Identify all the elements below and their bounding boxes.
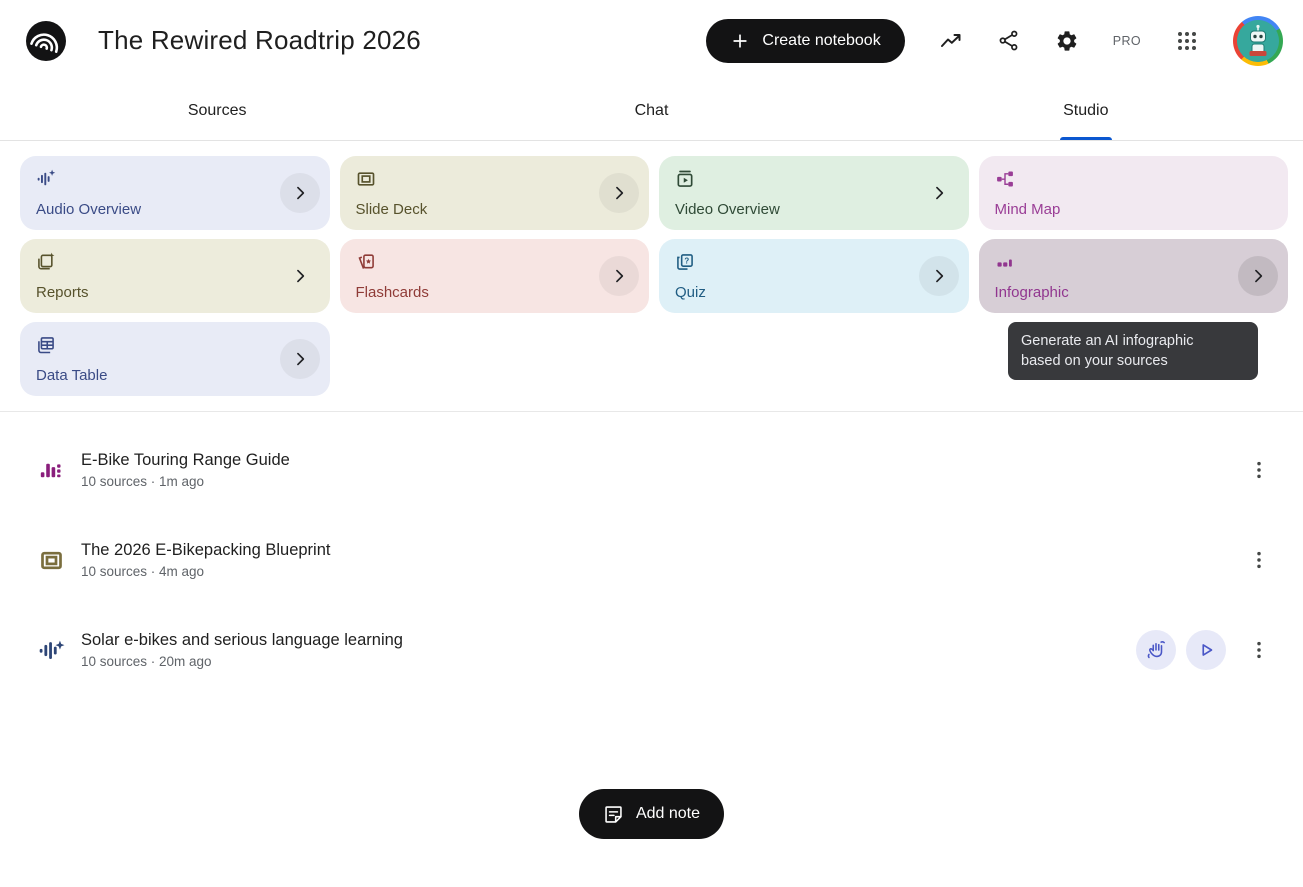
studio-card-audio-overview[interactable]: Audio Overview — [20, 156, 330, 230]
trending-up-icon[interactable] — [939, 29, 963, 53]
studio-card-mind-map[interactable]: Mind Map — [979, 156, 1289, 230]
share-icon[interactable] — [997, 29, 1021, 53]
card-label: Reports — [36, 284, 314, 301]
flashcards-open-button[interactable] — [599, 256, 639, 296]
more-options-icon[interactable] — [1247, 548, 1271, 572]
artifact-actions — [1136, 630, 1271, 670]
reports-open-button[interactable] — [280, 256, 320, 296]
artifact-actions — [1226, 458, 1271, 482]
artifact-title: The 2026 E-Bikepacking Blueprint — [81, 541, 330, 560]
tab-sources[interactable]: Sources — [0, 81, 434, 140]
tab-sources-label: Sources — [188, 102, 247, 120]
data-table-icon — [36, 335, 56, 355]
tooltip-line-2: based on your sources — [1021, 351, 1245, 371]
header-actions: Create notebook PRO — [706, 16, 1283, 66]
settings-gear-icon[interactable] — [1055, 29, 1079, 53]
tab-chat[interactable]: Chat — [434, 81, 868, 140]
artifact-meta: 10 sources · 20m ago — [81, 654, 403, 669]
data-table-open-button[interactable] — [280, 339, 320, 379]
quiz-icon: ? — [675, 252, 695, 272]
avatar-robot-image — [1237, 20, 1279, 62]
tooltip-line-1: Generate an AI infographic — [1021, 331, 1245, 351]
card-label: Audio Overview — [36, 201, 314, 218]
studio-card-reports[interactable]: Reports — [20, 239, 330, 313]
artifact-list: E-Bike Touring Range Guide 10 sources · … — [0, 412, 1303, 695]
video-overview-open-button[interactable] — [919, 173, 959, 213]
add-note-row: Add note — [0, 789, 1303, 839]
card-label: Data Table — [36, 367, 314, 384]
artifact-row-infographic-result[interactable]: E-Bike Touring Range Guide 10 sources · … — [0, 425, 1303, 515]
card-label: Mind Map — [995, 201, 1273, 218]
studio-card-video-overview[interactable]: Video Overview — [659, 156, 969, 230]
add-note-label: Add note — [636, 805, 700, 823]
card-label: Quiz — [675, 284, 953, 301]
report-sparkle-icon — [36, 252, 56, 272]
notebook-title[interactable]: The Rewired Roadtrip 2026 — [98, 25, 421, 56]
create-notebook-button[interactable]: Create notebook — [706, 19, 904, 63]
artifact-row-audio-overview-result[interactable]: Solar e-bikes and serious language learn… — [0, 605, 1303, 695]
notebooklm-logo[interactable] — [26, 21, 66, 61]
artifact-row-slide-deck-result[interactable]: The 2026 E-Bikepacking Blueprint 10 sour… — [0, 515, 1303, 605]
studio-card-flashcards[interactable]: Flashcards — [340, 239, 650, 313]
tab-studio[interactable]: Studio — [869, 81, 1303, 140]
studio-card-quiz[interactable]: ? Quiz — [659, 239, 969, 313]
create-notebook-label: Create notebook — [762, 32, 880, 50]
tabbar: Sources Chat Studio — [0, 81, 1303, 141]
artifact-title: E-Bike Touring Range Guide — [81, 451, 290, 470]
interactive-mode-button[interactable] — [1136, 630, 1176, 670]
note-icon — [603, 804, 624, 825]
apps-grid-icon[interactable] — [1175, 29, 1199, 53]
studio-card-slide-deck[interactable]: Slide Deck — [340, 156, 650, 230]
pro-badge: PRO — [1113, 34, 1141, 48]
artifact-title: Solar e-bikes and serious language learn… — [81, 631, 403, 650]
card-label: Infographic — [995, 284, 1273, 301]
artifact-actions — [1226, 548, 1271, 572]
more-options-icon[interactable] — [1247, 458, 1271, 482]
bar-chart-icon — [38, 457, 65, 484]
studio-card-infographic[interactable]: Infographic — [979, 239, 1289, 313]
artifact-meta: 10 sources · 4m ago — [81, 564, 330, 579]
hand-wave-icon — [1145, 639, 1167, 661]
slide-deck-icon — [38, 547, 65, 574]
card-label: Video Overview — [675, 201, 953, 218]
flashcards-icon — [356, 252, 376, 272]
artifact-text: Solar e-bikes and serious language learn… — [81, 631, 403, 669]
slide-deck-icon — [356, 169, 376, 189]
mind-map-icon — [995, 169, 1015, 189]
header: The Rewired Roadtrip 2026 Create noteboo… — [0, 0, 1303, 81]
play-icon — [1195, 639, 1217, 661]
video-overview-icon — [675, 169, 695, 189]
add-note-button[interactable]: Add note — [579, 789, 724, 839]
audio-overview-open-button[interactable] — [280, 173, 320, 213]
card-label: Flashcards — [356, 284, 634, 301]
audio-waveform-sparkle-icon — [36, 169, 56, 189]
artifact-text: The 2026 E-Bikepacking Blueprint 10 sour… — [81, 541, 330, 579]
studio-card-data-table[interactable]: Data Table — [20, 322, 330, 396]
plus-icon — [730, 31, 750, 51]
tab-studio-underline — [1060, 137, 1112, 140]
artifact-meta: 10 sources · 1m ago — [81, 474, 290, 489]
infographic-open-button[interactable] — [1238, 256, 1278, 296]
user-avatar[interactable] — [1233, 16, 1283, 66]
audio-waveform-sparkle-icon — [38, 637, 65, 664]
infographic-tooltip: Generate an AI infographic based on your… — [1008, 322, 1258, 380]
svg-text:?: ? — [684, 257, 689, 266]
more-options-icon[interactable] — [1247, 638, 1271, 662]
tab-chat-label: Chat — [635, 102, 669, 120]
infographic-icon — [995, 252, 1015, 272]
notebooklm-page: The Rewired Roadtrip 2026 Create noteboo… — [0, 0, 1303, 887]
artifact-text: E-Bike Touring Range Guide 10 sources · … — [81, 451, 290, 489]
play-button[interactable] — [1186, 630, 1226, 670]
tab-studio-label: Studio — [1063, 102, 1108, 120]
slide-deck-open-button[interactable] — [599, 173, 639, 213]
quiz-open-button[interactable] — [919, 256, 959, 296]
card-label: Slide Deck — [356, 201, 634, 218]
